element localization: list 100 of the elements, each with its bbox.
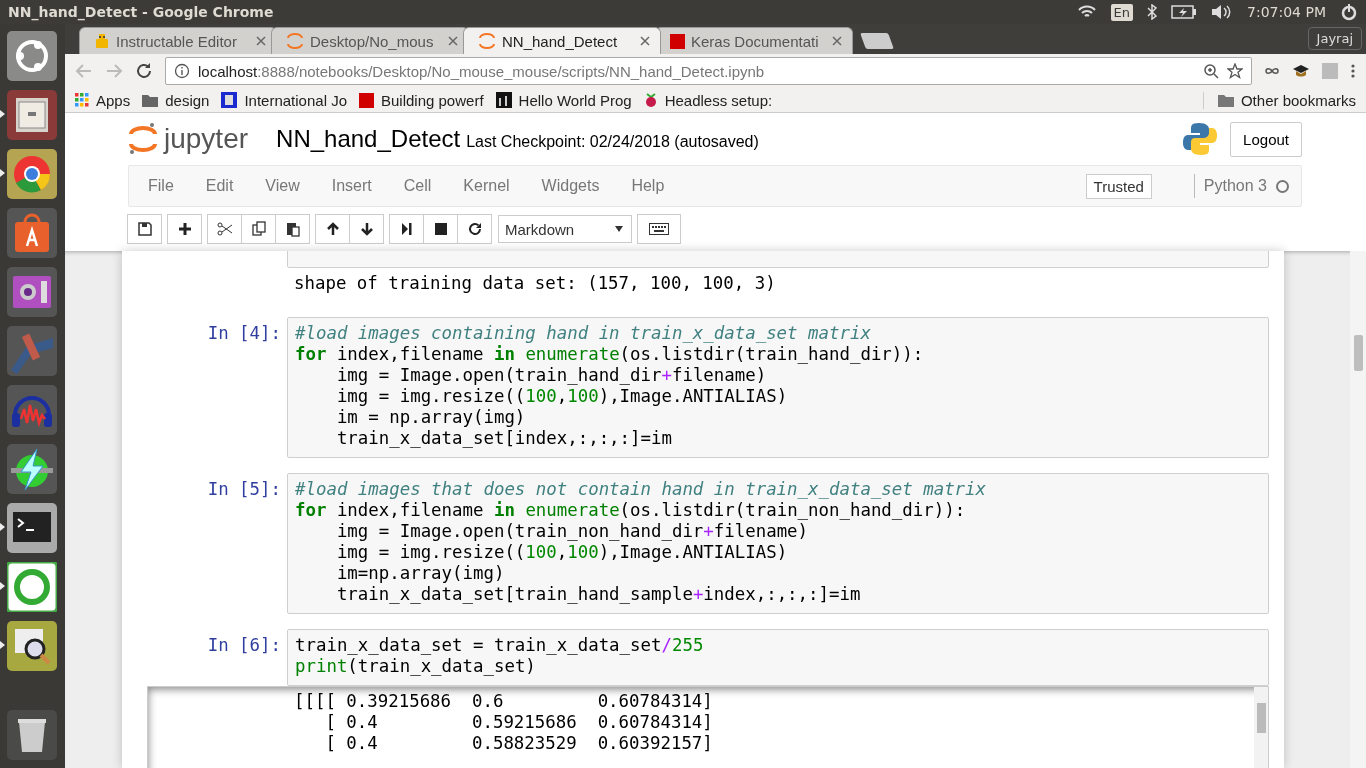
bookmark[interactable]: Building powerf bbox=[359, 91, 484, 109]
trusted-indicator[interactable]: Trusted bbox=[1085, 173, 1152, 199]
cut-icon[interactable] bbox=[207, 214, 242, 244]
raspberry-icon bbox=[643, 92, 658, 108]
code-line: img = Image.open(train_hand_dir+filename) bbox=[335, 365, 768, 386]
profile-button[interactable]: Jayraj bbox=[1307, 27, 1362, 50]
close-icon[interactable] bbox=[640, 36, 650, 46]
output-line: [ 0.4 0.59215686 0.60784314] bbox=[324, 712, 714, 733]
close-icon[interactable] bbox=[832, 36, 842, 46]
paste-icon[interactable] bbox=[275, 214, 310, 244]
checkpoint-status: Last Checkpoint: 02/24/2018 (autosaved) bbox=[466, 131, 759, 151]
code-line: train_x_data_set[train_hand_sample+index,:,:,:]=im bbox=[335, 584, 862, 605]
star-icon[interactable] bbox=[1227, 63, 1243, 79]
terminal-icon[interactable] bbox=[7, 502, 57, 553]
headphones-icon[interactable] bbox=[7, 384, 57, 435]
move-down-icon[interactable] bbox=[349, 214, 384, 244]
save-icon[interactable] bbox=[127, 214, 162, 244]
output-text: shape of training data set: (157, 100, 100, 3) bbox=[293, 273, 776, 294]
input-prompt: In [6]: bbox=[207, 635, 281, 655]
logout-button[interactable]: Logout bbox=[1230, 121, 1302, 157]
bookmark[interactable]: Headless setup: bbox=[643, 91, 773, 109]
code-line: for index,filename in enumerate(os.listdir(train_non_hand_dir)): bbox=[295, 500, 967, 521]
run-icon[interactable] bbox=[389, 214, 424, 244]
other-bookmarks[interactable]: Other bookmarks bbox=[1202, 91, 1356, 109]
restart-icon[interactable] bbox=[457, 214, 492, 244]
menu-item[interactable]: File bbox=[137, 177, 185, 195]
bookmark[interactable]: International Jo bbox=[221, 91, 347, 109]
ring-icon[interactable] bbox=[7, 561, 57, 612]
apps-grid-icon bbox=[75, 93, 89, 107]
info-icon bbox=[174, 63, 190, 79]
robot-favicon-icon bbox=[94, 33, 110, 49]
bookmark[interactable]: design bbox=[142, 91, 210, 109]
code-cell[interactable] bbox=[287, 317, 1269, 458]
image-viewer-icon[interactable] bbox=[7, 620, 57, 671]
bookmark[interactable]: Hello World Prog bbox=[495, 91, 632, 109]
output-line: [ 0.4 0.58823529 0.60392157] bbox=[324, 733, 714, 754]
keyboard-language-indicator[interactable]: En bbox=[1110, 3, 1134, 21]
address-bar[interactable]: localhost:8888/notebooks/Desktop/No_mouse_mouse/scripts/NN_hand_Detect.ipynb bbox=[165, 57, 1252, 85]
code-line: img = img.resize((100,100),Image.ANTIALIAS) bbox=[335, 386, 789, 407]
shopping-bag-icon[interactable] bbox=[7, 207, 57, 258]
browser-icon[interactable] bbox=[7, 148, 57, 199]
window-title: NN_hand_Detect - Google Chrome bbox=[8, 4, 274, 20]
input-prompt: In [4]: bbox=[207, 323, 281, 343]
python-logo-icon bbox=[1182, 121, 1219, 157]
jupyter-logo[interactable]: jupyter bbox=[128, 122, 249, 156]
code-line: im = np.array(img) bbox=[335, 407, 527, 428]
code-line: #load images that does not contain hand in train_x_data_set matrix bbox=[295, 479, 988, 500]
reload-icon[interactable] bbox=[135, 62, 153, 80]
bookmark[interactable]: Apps bbox=[75, 91, 131, 109]
wifi-icon[interactable] bbox=[1076, 4, 1097, 20]
close-icon[interactable] bbox=[448, 36, 458, 46]
page-scrollbar[interactable] bbox=[1350, 251, 1366, 768]
jupyter-favicon-icon bbox=[478, 33, 496, 49]
add-icon[interactable] bbox=[167, 214, 202, 244]
clock[interactable]: 7:07:04 PM bbox=[1247, 4, 1326, 20]
code-line: im=np.array(img) bbox=[335, 563, 506, 584]
code-line: train_x_data_set[index,:,:,:]=im bbox=[335, 428, 673, 449]
code-line: #load images containing hand in train_x_data_set matrix bbox=[295, 323, 872, 344]
scrollbar[interactable] bbox=[1254, 687, 1268, 768]
menu-item[interactable]: Widgets bbox=[530, 177, 611, 195]
lightning-icon[interactable] bbox=[7, 443, 57, 494]
stop-icon[interactable] bbox=[423, 214, 458, 244]
graduation-cap-icon[interactable] bbox=[1292, 63, 1310, 79]
menu-item[interactable]: Cell bbox=[392, 177, 443, 195]
browser-tab[interactable]: NN_hand_Detect bbox=[463, 27, 661, 54]
menu-item[interactable]: Help bbox=[620, 177, 676, 195]
webcam-icon[interactable] bbox=[7, 266, 57, 317]
power-icon[interactable] bbox=[1340, 3, 1358, 21]
code-line: print(train_x_data_set) bbox=[295, 656, 537, 677]
copy-icon[interactable] bbox=[241, 214, 276, 244]
keyboard-icon[interactable] bbox=[637, 214, 681, 244]
folder-icon bbox=[142, 93, 159, 107]
menu-item[interactable]: Kernel bbox=[452, 177, 521, 195]
code-cell[interactable] bbox=[287, 473, 1269, 614]
move-up-icon[interactable] bbox=[315, 214, 350, 244]
input-prompt: In [5]: bbox=[207, 479, 281, 499]
battery-icon[interactable] bbox=[1171, 5, 1198, 19]
notebook-name[interactable]: NN_hand_Detect bbox=[276, 125, 461, 153]
caret-icon bbox=[615, 226, 623, 232]
menu-item[interactable]: Insert bbox=[320, 177, 383, 195]
zoom-icon[interactable] bbox=[1203, 63, 1219, 79]
scrolled-output[interactable]: [[[[ 0.39215686 0.6 0.60784314] [ 0.4 0.59215686 0.60784314] [ 0.4 0.58823529 0.60392157] bbox=[147, 686, 1269, 768]
code-line: img = Image.open(train_non_hand_dir+filename) bbox=[335, 521, 810, 542]
close-icon[interactable] bbox=[256, 36, 266, 46]
file-cabinet-icon[interactable] bbox=[7, 89, 57, 140]
new-tab-button[interactable] bbox=[860, 33, 894, 49]
jupyter-favicon-icon bbox=[286, 33, 304, 49]
menu-icon[interactable] bbox=[1350, 63, 1356, 79]
bars-favicon-icon bbox=[495, 92, 512, 108]
output-line: [[[[ 0.39215686 0.6 0.60784314] bbox=[294, 691, 714, 712]
code-line: img = img.resize((100,100),Image.ANTIALIAS) bbox=[335, 542, 789, 563]
menu-item[interactable]: View bbox=[254, 177, 311, 195]
trash-icon[interactable] bbox=[7, 709, 57, 760]
cell-type-dropdown[interactable]: Markdown bbox=[498, 215, 632, 243]
kernel-name[interactable]: Python 3 bbox=[1203, 177, 1267, 195]
menu-item[interactable]: Edit bbox=[194, 177, 245, 195]
crest-favicon-icon bbox=[221, 92, 238, 108]
code-line: train_x_data_set = train_x_data_set/255 bbox=[295, 635, 705, 656]
code-cell[interactable]: train_x_data_set = train_x_data_set/255 print(train_x_data_set) bbox=[287, 629, 1269, 686]
bluetooth-icon[interactable] bbox=[1147, 4, 1158, 20]
